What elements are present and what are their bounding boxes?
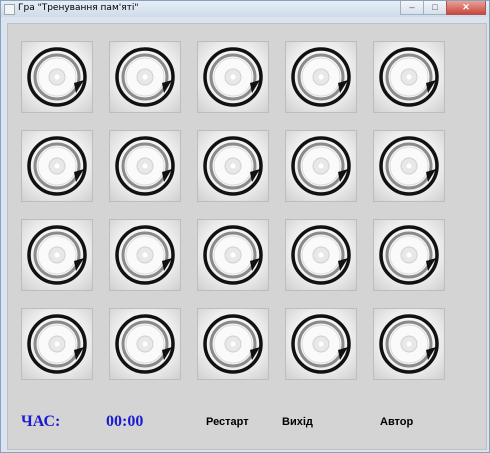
rotate-disc-icon [203,47,263,107]
rotate-disc-icon [27,225,87,285]
rotate-disc-icon [115,225,175,285]
app-window: Гра "Тренування пам'яті" – □ ✕ ЧАС: 00:0… [0,0,490,453]
window-title: Гра "Тренування пам'яті" [18,3,139,13]
memory-card[interactable] [373,219,445,291]
game-area: ЧАС: 00:00 Рестарт Вихід Автор [7,23,487,450]
memory-card[interactable] [285,41,357,113]
exit-button[interactable]: Вихід [282,416,313,428]
author-button[interactable]: Автор [380,416,413,428]
rotate-disc-icon [291,225,351,285]
rotate-disc-icon [291,314,351,374]
memory-card[interactable] [109,219,181,291]
memory-card[interactable] [21,219,93,291]
rotate-disc-icon [115,47,175,107]
memory-card[interactable] [285,130,357,202]
rotate-disc-icon [203,136,263,196]
close-button[interactable]: ✕ [446,1,486,15]
card-grid [21,41,465,389]
rotate-disc-icon [379,314,439,374]
rotate-disc-icon [27,47,87,107]
rotate-disc-icon [203,225,263,285]
rotate-disc-icon [203,314,263,374]
memory-card[interactable] [197,308,269,380]
rotate-disc-icon [115,136,175,196]
memory-card[interactable] [373,308,445,380]
rotate-disc-icon [291,47,351,107]
rotate-disc-icon [27,136,87,196]
memory-card[interactable] [197,130,269,202]
minimize-button[interactable]: – [400,1,424,15]
time-value: 00:00 [106,413,144,430]
restart-button[interactable]: Рестарт [206,416,249,428]
memory-card[interactable] [21,41,93,113]
memory-card[interactable] [373,130,445,202]
time-label: ЧАС: [21,413,61,430]
memory-card[interactable] [109,308,181,380]
memory-card[interactable] [21,308,93,380]
memory-card[interactable] [285,308,357,380]
rotate-disc-icon [115,314,175,374]
title-bar: Гра "Тренування пам'яті" – □ ✕ [1,1,489,17]
memory-card[interactable] [109,41,181,113]
maximize-button[interactable]: □ [423,1,447,15]
memory-card[interactable] [197,41,269,113]
memory-card[interactable] [21,130,93,202]
memory-card[interactable] [285,219,357,291]
window-controls: – □ ✕ [400,1,486,15]
memory-card[interactable] [373,41,445,113]
rotate-disc-icon [291,136,351,196]
memory-card[interactable] [197,219,269,291]
rotate-disc-icon [27,314,87,374]
rotate-disc-icon [379,136,439,196]
memory-card[interactable] [109,130,181,202]
rotate-disc-icon [379,47,439,107]
app-icon [4,4,15,15]
rotate-disc-icon [379,225,439,285]
